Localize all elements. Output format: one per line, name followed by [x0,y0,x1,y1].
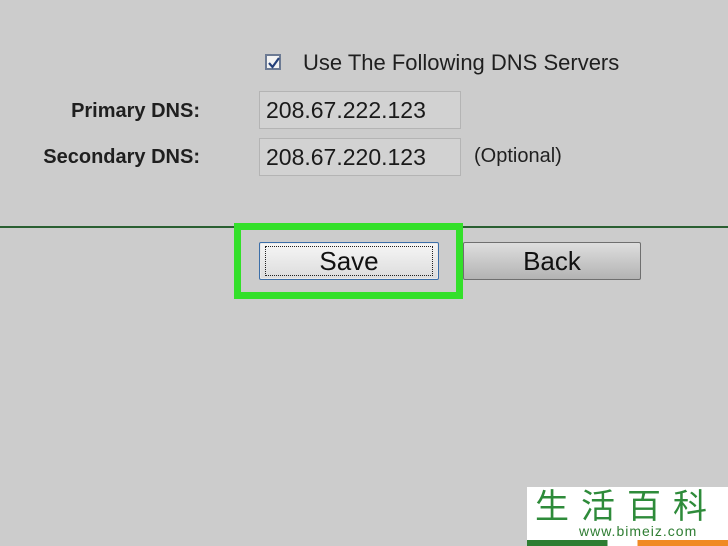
back-button-label: Back [523,246,581,276]
watermark-url: www.bimeiz.com [579,523,698,539]
primary-dns-input[interactable]: 208.67.222.123 [259,91,461,129]
checkmark-icon [268,57,280,69]
watermark: 生活百科 www.bimeiz.com [527,487,728,546]
back-button[interactable]: Back [463,242,641,280]
focus-ring [265,246,433,276]
primary-dns-label: Primary DNS: [71,100,200,122]
secondary-dns-input[interactable]: 208.67.220.123 [259,138,461,176]
dns-checkbox[interactable] [265,54,281,70]
optional-hint: (Optional) [474,145,562,167]
save-button[interactable]: Save [259,242,439,280]
secondary-dns-label: Secondary DNS: [43,146,200,168]
watermark-stripe [527,540,728,546]
dns-checkbox-label: Use The Following DNS Servers [303,50,620,75]
watermark-logo: 生活百科 [535,487,719,527]
